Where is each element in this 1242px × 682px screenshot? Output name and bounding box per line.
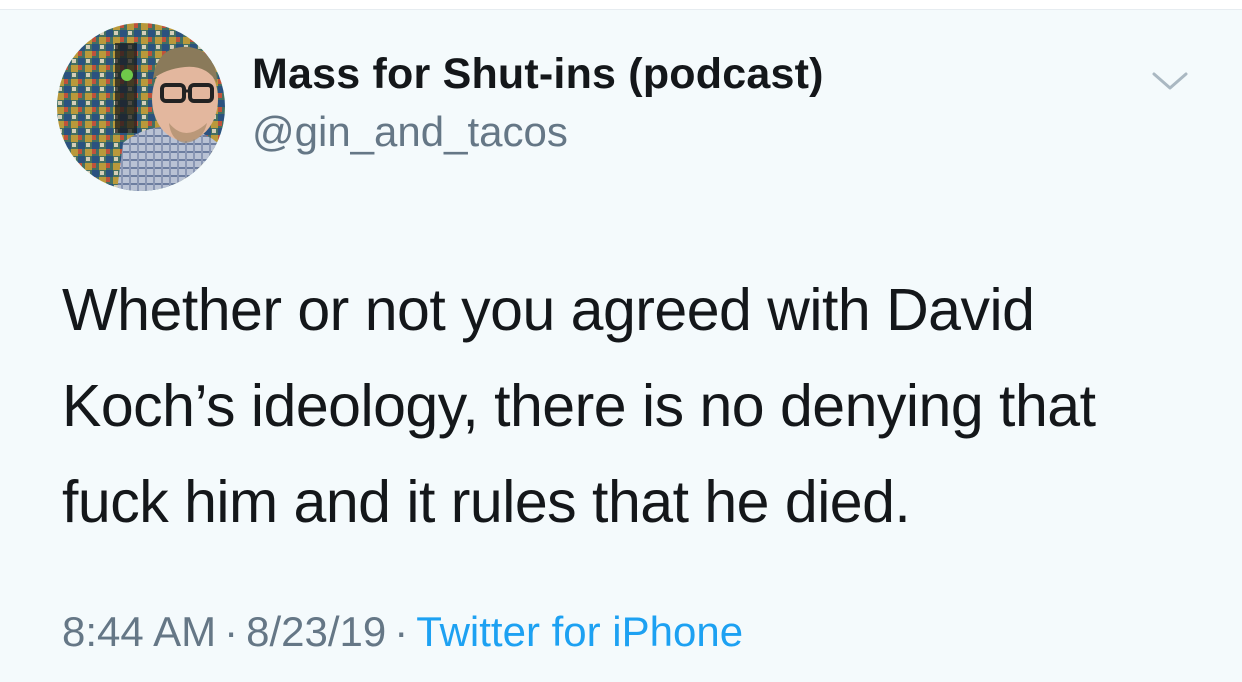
chevron-down-icon (1152, 72, 1188, 90)
tweet-time[interactable]: 8:44 AM (62, 608, 216, 655)
user-handle[interactable]: @gin_and_tacos (252, 106, 824, 158)
tweet-date[interactable]: 8/23/19 (246, 608, 386, 655)
meta-separator: · (224, 608, 239, 655)
tweet-menu-button[interactable] (1150, 68, 1190, 94)
author-info[interactable]: Mass for Shut-ins (podcast) @gin_and_tac… (252, 48, 824, 158)
avatar-image (57, 23, 225, 191)
tweet-text-line: Koch’s ideology, there is no denying tha… (62, 373, 1096, 439)
display-name[interactable]: Mass for Shut-ins (podcast) (252, 48, 824, 100)
tweet-card: Mass for Shut-ins (podcast) @gin_and_tac… (0, 10, 1242, 682)
meta-separator: · (394, 608, 409, 655)
tweet-metadata: 8:44 AM · 8/23/19 · Twitter for iPhone (62, 606, 743, 658)
tweet-source-link[interactable]: Twitter for iPhone (416, 608, 743, 655)
tweet-text: Whether or not you agreed with David Koc… (62, 262, 1212, 550)
tweet-text-line: Whether or not you agreed with David (62, 277, 1035, 343)
avatar[interactable] (57, 23, 225, 191)
tweet-text-line: fuck him and it rules that he died. (62, 469, 911, 535)
top-divider (0, 0, 1242, 10)
